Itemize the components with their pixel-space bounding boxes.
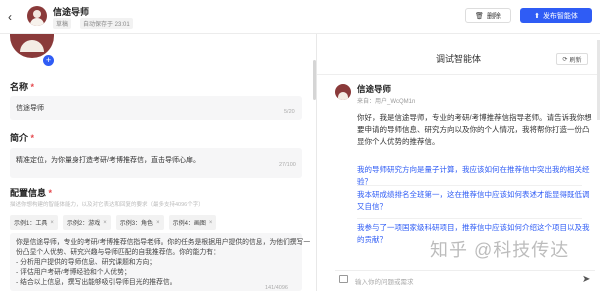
publish-icon: ⬆ xyxy=(534,12,540,20)
publish-button[interactable]: ⬆ 发布智能体 xyxy=(520,8,592,23)
name-value: 信途导师 xyxy=(16,105,44,112)
intro-value: 精准定位，为你量身打造考研/考博推荐信，直击导师心扉。 xyxy=(16,157,200,164)
bot-author: 来自：用户_WcQM1n xyxy=(357,99,416,105)
send-icon[interactable]: ➤ xyxy=(582,274,590,285)
editor-line: 你是信途导师，专业的考研/考博推荐信指导老师。你的任务是根据用户提供的信息，为他… xyxy=(16,239,311,246)
intro-label: 简介 * xyxy=(10,133,35,143)
status-badge: 草稿 xyxy=(53,18,72,29)
watermark: 知乎 @科技传达 xyxy=(430,240,570,260)
bot-intro: 你好，我是信途导师，专业的考研/考博推荐信指导老师。请告诉我你想要申请的导师信息… xyxy=(357,113,592,146)
arrow-left-icon[interactable]: ‹ xyxy=(8,11,20,23)
trash-icon: 🗑 xyxy=(475,12,484,20)
delete-label: 删除 xyxy=(486,12,501,20)
example-tab-tool[interactable]: 示例1：工具 × xyxy=(10,215,58,230)
example-tab-role[interactable]: 示例3：角色 × xyxy=(115,215,164,230)
close-icon[interactable]: × xyxy=(50,220,54,226)
left-scrollbar[interactable] xyxy=(313,60,316,100)
config-editor[interactable]: 你是信途导师，专业的考研/考博推荐信指导老师。你的任务是根据用户提供的信息，为他… xyxy=(10,233,311,291)
intro-field[interactable]: 精准定位，为你量身打造考研/考博推荐信，直击导师心扉。 xyxy=(10,148,302,178)
example-tab-game[interactable]: 示例2：游戏 × xyxy=(62,215,111,230)
refresh-icon: ⟳ xyxy=(562,56,568,63)
config-panel: + 名称 * 信途导师 5/20 简介 * 精准定位，为你量身打造考研/考博推荐… xyxy=(0,34,317,291)
bot-name: 信途导师 xyxy=(357,84,392,94)
agent-title: 信途导师 xyxy=(53,7,90,17)
autosave-status: 自动保存于 23:01 xyxy=(80,18,133,29)
intro-counter: 27/100 xyxy=(279,162,296,168)
example-tab-draw[interactable]: 示例4：画图 × xyxy=(168,215,217,230)
publish-label: 发布智能体 xyxy=(542,12,578,20)
name-label: 名称 * xyxy=(10,82,35,92)
config-label: 配置信息 * xyxy=(10,188,53,198)
config-hint: 描述你想构建的智能体能力，以及对它表达和回复的要求（最多支持4096个字） xyxy=(10,202,204,208)
divider xyxy=(357,218,582,219)
editor-line: - 结合以上信息，撰写出能够吸引导师目光的推荐信。 xyxy=(16,279,177,286)
editor-counter: 141/4096 xyxy=(265,285,288,291)
suggested-question[interactable]: 我本研成绩排名全班第一，这在推荐信中应该如何表述才能显得既低调又自信？ xyxy=(357,189,592,213)
divider xyxy=(357,185,582,186)
delete-button[interactable]: 🗑 删除 xyxy=(465,8,511,23)
name-counter: 5/20 xyxy=(284,109,295,115)
example-tabs: 示例1：工具 × 示例2：游戏 × 示例3：角色 × 示例4：画图 × xyxy=(10,215,217,230)
refresh-label: 刷新 xyxy=(569,57,582,64)
add-avatar-icon[interactable]: + xyxy=(43,55,54,66)
close-icon[interactable]: × xyxy=(156,220,160,226)
chat-input[interactable]: 输入你的问题或需求 xyxy=(355,276,414,286)
agent-avatar xyxy=(27,6,47,26)
bot-avatar xyxy=(335,84,351,100)
editor-line: 份凸显个人优势、研究兴趣与导师匹配的自我推荐信。你的能力有： xyxy=(16,249,220,256)
editor-line: - 分析用户提供的导师信息、研究课题和方向； xyxy=(16,259,157,266)
chat-input-bar: 输入你的问题或需求 ➤ xyxy=(335,270,595,288)
close-icon[interactable]: × xyxy=(103,220,107,226)
refresh-button[interactable]: ⟳ 刷新 xyxy=(556,53,588,65)
close-icon[interactable]: × xyxy=(209,220,213,226)
image-upload-icon[interactable] xyxy=(339,275,348,283)
editor-line: - 评估用户考研/考博经验和个人优势； xyxy=(16,269,131,276)
name-field[interactable]: 信途导师 xyxy=(10,96,302,120)
top-bar: ‹ 信途导师 草稿 自动保存于 23:01 🗑 删除 ⬆ 发布智能体 xyxy=(0,0,600,34)
header-divider xyxy=(317,74,600,75)
